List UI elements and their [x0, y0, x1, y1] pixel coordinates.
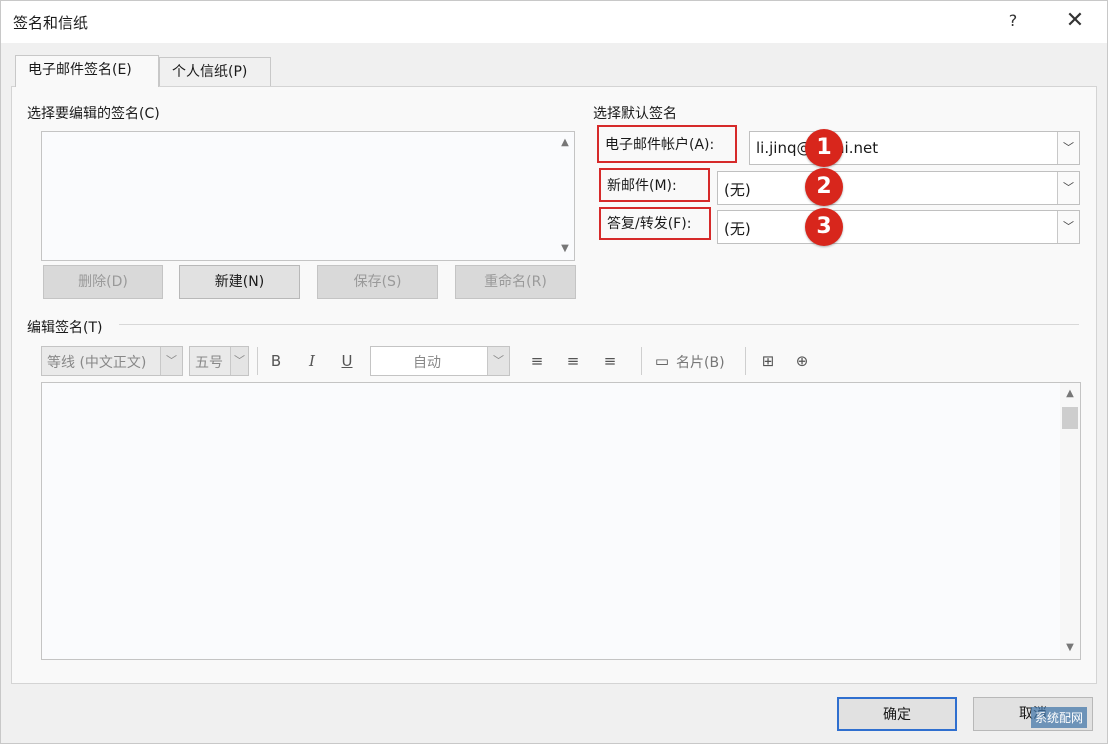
step-badge-3: 3 [805, 208, 843, 246]
align-center-icon[interactable]: ≡ [560, 349, 586, 373]
chevron-down-icon[interactable]: ﹀ [160, 347, 182, 375]
chevron-down-icon[interactable]: ﹀ [1057, 211, 1079, 243]
section-divider [119, 324, 1079, 325]
new-messages-select[interactable]: (无) ﹀ [717, 171, 1080, 205]
scroll-thumb[interactable] [1062, 407, 1078, 429]
chevron-down-icon[interactable]: ﹀ [1057, 172, 1079, 204]
hyperlink-icon[interactable]: ⊕ [789, 349, 815, 373]
chevron-down-icon[interactable]: ﹀ [487, 347, 509, 375]
scroll-up-icon[interactable]: ▲ [1061, 385, 1079, 403]
step-badge-2: 2 [805, 168, 843, 206]
font-color-select[interactable]: 自动 ﹀ [370, 346, 510, 376]
signature-list-scrollbar[interactable]: ▲ ▼ [556, 132, 574, 260]
title-bar: 签名和信纸 ? ✕ [1, 1, 1107, 43]
toolbar-separator [257, 347, 258, 375]
email-account-select[interactable]: li.jinq@ mini.net ﹀ [749, 131, 1080, 165]
scroll-down-icon[interactable]: ▼ [1061, 639, 1079, 657]
edit-signature-label: 编辑签名(T) [27, 320, 103, 336]
chevron-down-icon[interactable]: ﹀ [230, 347, 248, 375]
editor-scrollbar[interactable]: ▲ ▼ [1060, 383, 1080, 659]
watermark: 系统配网 [1031, 707, 1088, 728]
replies-forwards-value: (无) [724, 220, 751, 238]
step-badge-1: 1 [805, 129, 843, 167]
replies-forwards-select[interactable]: (无) ﹀ [717, 210, 1080, 244]
toolbar-separator [641, 347, 642, 375]
signature-list[interactable]: ▲ ▼ [41, 131, 575, 261]
toolbar-separator [745, 347, 746, 375]
new-button[interactable]: 新建(N) [179, 265, 300, 299]
replies-forwards-label: 答复/转发(F): [607, 216, 692, 232]
tab-email-signature[interactable]: 电子邮件签名(E) [15, 55, 159, 87]
italic-button[interactable]: I [299, 349, 325, 373]
signatures-dialog: 签名和信纸 ? ✕ 电子邮件签名(E) 个人信纸(P) 选择要编辑的签名(C) … [0, 0, 1108, 744]
default-signature-label: 选择默认签名 [593, 106, 677, 122]
help-icon[interactable]: ? [1001, 9, 1025, 33]
underline-button[interactable]: U [334, 349, 360, 373]
new-messages-value: (无) [724, 181, 751, 199]
dialog-title: 签名和信纸 [13, 14, 89, 32]
select-signature-label: 选择要编辑的签名(C) [27, 106, 160, 122]
save-button[interactable]: 保存(S) [317, 265, 438, 299]
close-icon[interactable]: ✕ [1061, 7, 1089, 35]
new-messages-label: 新邮件(M): [607, 178, 677, 194]
font-select[interactable]: 等线 (中文正文) ﹀ [41, 346, 183, 376]
font-color-value: 自动 [413, 355, 441, 371]
insert-picture-icon[interactable]: ⊞ [755, 349, 781, 373]
font-size-select[interactable]: 五号 ﹀ [189, 346, 249, 376]
chevron-down-icon[interactable]: ﹀ [1057, 132, 1079, 164]
scroll-down-icon[interactable]: ▼ [556, 240, 574, 258]
rename-button[interactable]: 重命名(R) [455, 265, 576, 299]
delete-button[interactable]: 删除(D) [43, 265, 163, 299]
signature-editor[interactable]: ▲ ▼ [41, 382, 1081, 660]
email-account-label: 电子邮件帐户(A): [605, 137, 715, 153]
align-right-icon[interactable]: ≡ [597, 349, 623, 373]
font-size-value: 五号 [195, 355, 223, 371]
align-left-icon[interactable]: ≡ [524, 349, 550, 373]
scroll-up-icon[interactable]: ▲ [556, 134, 574, 152]
bold-button[interactable]: B [263, 349, 289, 373]
business-card-button[interactable]: 名片(B) [676, 352, 725, 372]
business-card-icon[interactable]: ▭ [651, 349, 673, 373]
ok-button[interactable]: 确定 [837, 697, 957, 731]
font-value: 等线 (中文正文) [47, 355, 147, 371]
tab-personal-stationery[interactable]: 个人信纸(P) [159, 57, 271, 86]
